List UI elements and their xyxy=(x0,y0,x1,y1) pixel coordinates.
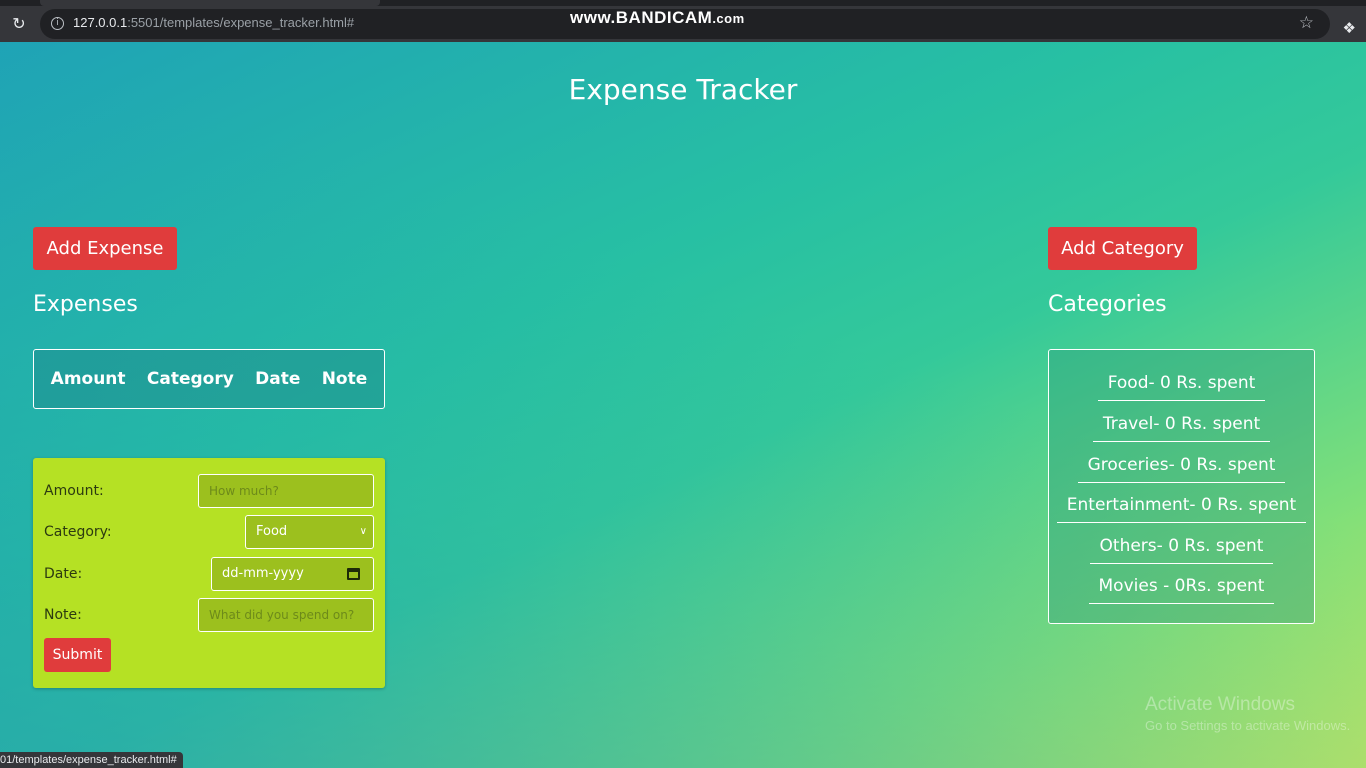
category-item-label: Entertainment- 0 Rs. spent xyxy=(1056,495,1307,523)
category-item-entertainment: Entertainment- 0 Rs. spent xyxy=(1049,495,1314,523)
url-text: 127.0.0.1:5501/templates/expense_tracker… xyxy=(73,15,354,30)
date-value: dd-mm-yyyy xyxy=(222,566,304,581)
category-item-label: Travel- 0 Rs. spent xyxy=(1092,414,1271,442)
browser-toolbar: ↻ i 127.0.0.1:5501/templates/expense_tra… xyxy=(0,6,1366,42)
expense-form: Amount: How much? Category: Food ∨ Date:… xyxy=(33,458,385,688)
calendar-icon[interactable] xyxy=(347,568,360,580)
page-title: Expense Tracker xyxy=(568,73,798,106)
category-item-travel: Travel- 0 Rs. spent xyxy=(1049,414,1314,442)
add-expense-button[interactable]: Add Expense xyxy=(33,227,177,270)
url-path: :5501/templates/expense_tracker.html# xyxy=(127,15,355,30)
column-header-date: Date xyxy=(255,369,301,389)
category-item-others: Others- 0 Rs. spent xyxy=(1049,536,1314,564)
column-header-category: Category xyxy=(146,369,234,389)
page-background: Expense Tracker Add Expense Add Category… xyxy=(0,42,1366,768)
expenses-table-header: Amount Category Date Note xyxy=(33,349,385,409)
bookmark-star-icon[interactable]: ☆ xyxy=(1299,12,1314,34)
add-category-button[interactable]: Add Category xyxy=(1048,227,1197,270)
reload-icon[interactable]: ↻ xyxy=(8,13,30,35)
category-item-label: Others- 0 Rs. spent xyxy=(1089,536,1274,564)
link-status-bar: 01/templates/expense_tracker.html# xyxy=(0,752,183,768)
date-label: Date: xyxy=(44,566,83,582)
url-host: 127.0.0.1 xyxy=(73,15,128,30)
site-info-icon[interactable]: i xyxy=(51,17,64,30)
watermark-suffix: .com xyxy=(712,11,745,26)
date-input[interactable]: dd-mm-yyyy xyxy=(211,557,374,591)
note-input[interactable]: What did you spend on? xyxy=(198,598,374,632)
category-select[interactable]: Food ∨ xyxy=(245,515,374,549)
note-label: Note: xyxy=(44,607,82,623)
chevron-down-icon: ∨ xyxy=(359,526,367,537)
activate-windows-subtitle: Go to Settings to activate Windows. xyxy=(1145,718,1351,733)
category-item-groceries: Groceries- 0 Rs. spent xyxy=(1049,455,1314,483)
category-item-food: Food- 0 Rs. spent xyxy=(1049,373,1314,401)
categories-heading: Categories xyxy=(1048,292,1167,317)
page-content: Expense Tracker Add Expense Add Category… xyxy=(0,42,1366,768)
column-header-note: Note xyxy=(321,369,368,389)
recorder-watermark: www.BANDICAM.com xyxy=(570,8,745,28)
category-item-label: Groceries- 0 Rs. spent xyxy=(1077,455,1286,483)
submit-button[interactable]: Submit xyxy=(44,638,111,672)
categories-list: Food- 0 Rs. spent Travel- 0 Rs. spent Gr… xyxy=(1048,349,1315,624)
activate-windows-watermark: Activate Windows Go to Settings to activ… xyxy=(1145,694,1350,733)
amount-input[interactable]: How much? xyxy=(198,474,374,508)
watermark-main: www.BANDICAM xyxy=(570,8,713,27)
category-item-label: Movies - 0Rs. spent xyxy=(1088,576,1275,604)
category-selected-value: Food xyxy=(256,524,288,539)
extensions-puzzle-icon[interactable]: ❖ xyxy=(1343,19,1356,37)
activate-windows-title: Activate Windows xyxy=(1145,694,1295,715)
expenses-heading: Expenses xyxy=(33,292,138,317)
category-item-label: Food- 0 Rs. spent xyxy=(1097,373,1266,401)
column-header-amount: Amount xyxy=(50,369,126,389)
amount-label: Amount: xyxy=(44,483,104,499)
category-item-movies: Movies - 0Rs. spent xyxy=(1049,576,1314,604)
category-label: Category: xyxy=(44,524,112,540)
